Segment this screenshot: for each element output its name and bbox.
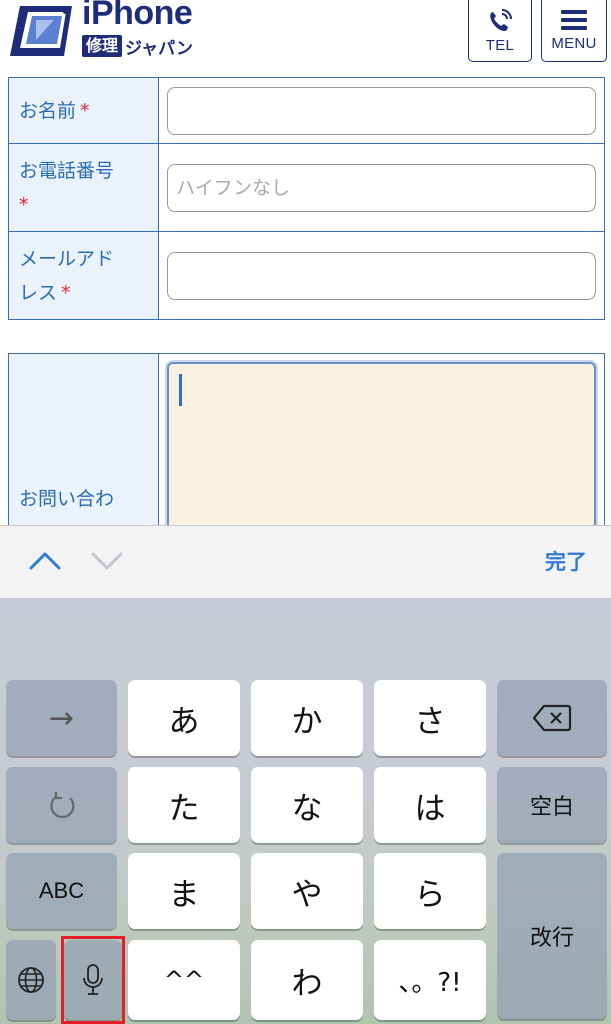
phone-label: お電話番号 [19, 159, 115, 182]
logo-title[interactable]: iPhone [82, 0, 193, 33]
email-label-line2: レス [19, 281, 58, 304]
undo-icon [49, 792, 74, 819]
key-ma[interactable]: ま [128, 853, 240, 929]
backspace-icon [532, 704, 572, 732]
phone-input[interactable] [167, 163, 596, 212]
hamburger-icon [561, 10, 587, 30]
menu-button[interactable]: MENU [541, 0, 607, 62]
chevron-up-icon[interactable] [28, 546, 62, 576]
email-input[interactable] [167, 251, 596, 300]
key-ra[interactable]: ら [374, 853, 486, 929]
phone-label-cell: お電話番号 * [8, 143, 159, 232]
name-field-cell [158, 77, 605, 144]
tel-label: TEL [485, 37, 515, 54]
key-ha[interactable]: は [374, 767, 486, 843]
globe-key[interactable] [6, 940, 56, 1020]
inquiry-label: お問い合わ [19, 488, 115, 510]
arrow-right-icon: → [48, 700, 75, 736]
keyboard-toolbar: 完了 [0, 525, 611, 598]
return-key[interactable]: 改行 [497, 853, 607, 1019]
required-mark: * [61, 281, 71, 304]
space-key[interactable]: 空白 [497, 767, 607, 843]
key-sa[interactable]: さ [374, 680, 486, 756]
required-mark: * [19, 193, 29, 216]
dictation-highlight-box [61, 936, 125, 1024]
key-emoticon[interactable]: ^^ [128, 940, 240, 1020]
email-label-line1: メールアド [19, 247, 115, 270]
phone-icon [490, 9, 512, 31]
required-mark: * [80, 99, 90, 122]
globe-icon [18, 967, 44, 993]
contact-form: お名前* お電話番号 * メールアド レス* [8, 77, 605, 320]
next-candidate-key[interactable]: → [6, 680, 117, 756]
phone-row: お電話番号 * [8, 143, 605, 232]
key-punctuation[interactable]: 、。?! [374, 940, 486, 1020]
key-ya[interactable]: や [251, 853, 363, 929]
logo-phone-icon[interactable] [6, 0, 80, 62]
key-ta[interactable]: た [128, 767, 240, 843]
logo-badge: 修理 [82, 35, 123, 57]
logo-subtitle: 修理 ジャパン [82, 34, 194, 59]
phone-field-cell [158, 143, 605, 232]
name-row: お名前 * [8, 77, 605, 144]
email-label-cell: メールアド レス * [8, 231, 159, 320]
undo-key[interactable] [6, 767, 117, 843]
email-row: メールアド レス * [8, 231, 605, 320]
email-field-cell [158, 231, 605, 320]
text-caret [179, 374, 182, 406]
abc-mode-key[interactable]: ABC [6, 853, 117, 929]
chevron-down-icon[interactable] [90, 546, 124, 576]
name-input[interactable] [167, 86, 596, 135]
delete-key[interactable] [497, 680, 607, 756]
key-ka[interactable]: か [251, 680, 363, 756]
site-header: iPhone 修理 ジャパン TEL MENU [0, 0, 611, 72]
done-button[interactable]: 完了 [545, 546, 587, 576]
logo-kana: ジャパン [125, 38, 194, 59]
key-wa[interactable]: わ [251, 940, 363, 1020]
key-na[interactable]: な [251, 767, 363, 843]
tel-button[interactable]: TEL [468, 0, 532, 62]
menu-label: MENU [551, 35, 597, 52]
name-label: お名前 [19, 99, 77, 122]
key-a[interactable]: あ [128, 680, 240, 756]
name-label-cell: お名前 * [8, 77, 159, 144]
